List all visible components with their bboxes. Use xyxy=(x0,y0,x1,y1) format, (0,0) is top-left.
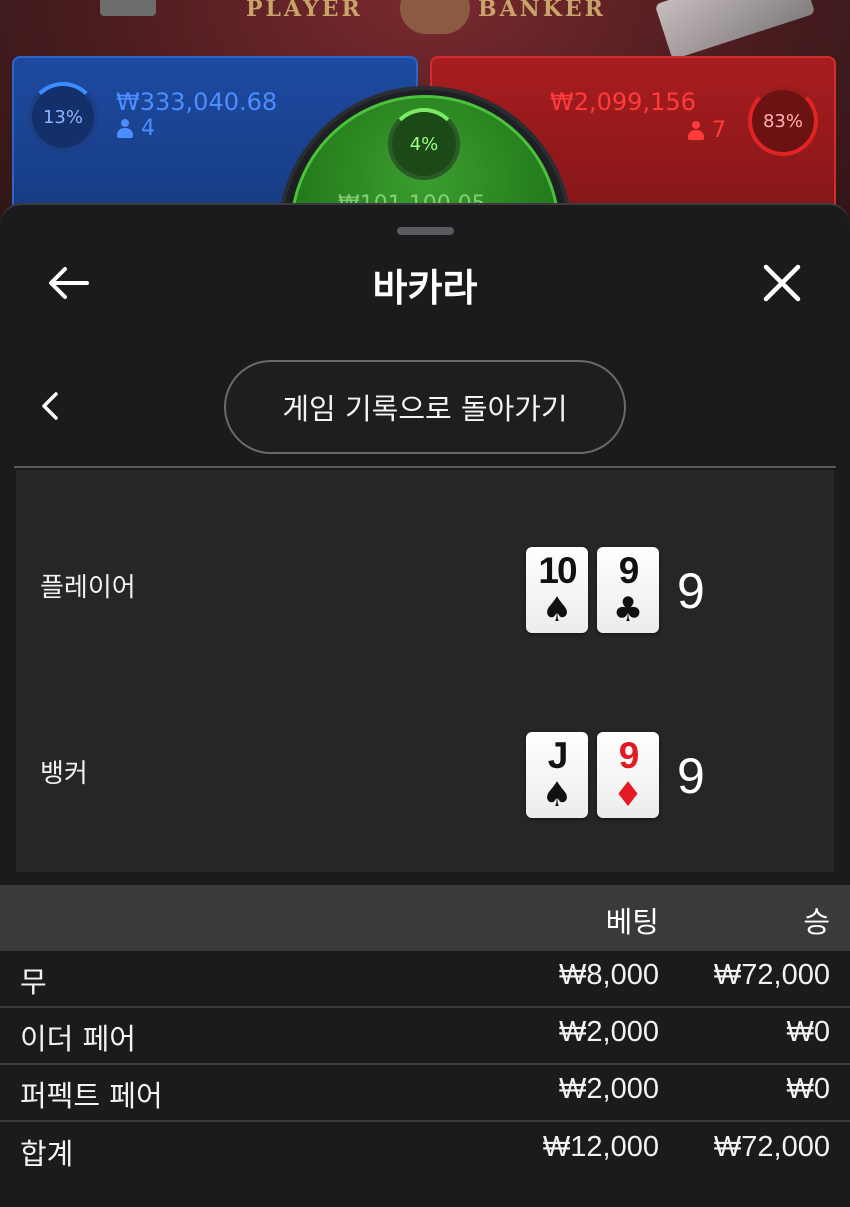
banker-count-value: 7 xyxy=(712,118,726,143)
results-table-header: 베팅 승 xyxy=(0,885,850,951)
banker-table-label: BANKER xyxy=(478,0,606,22)
sheet-drag-handle[interactable] xyxy=(397,227,454,235)
banker-card-1: J ♠ xyxy=(526,732,588,818)
row-bet-amount: ₩2,000 xyxy=(559,1073,659,1105)
previous-button[interactable] xyxy=(22,378,78,434)
player-percent: 13% xyxy=(42,106,83,128)
banker-percent-ring: 83% xyxy=(748,86,818,156)
tie-percent: 4% xyxy=(409,133,439,155)
row-label: 무 xyxy=(20,965,47,999)
table-row: 무 ₩8,000 ₩72,000 xyxy=(0,951,850,1008)
banker-hand-label: 뱅커 xyxy=(40,759,88,789)
table-total-row: 합계 ₩12,000 ₩72,000 xyxy=(0,1123,850,1180)
dealer-hands xyxy=(400,0,470,34)
chip-tray xyxy=(100,0,156,16)
player-count-value: 4 xyxy=(141,116,155,141)
total-win-amount: ₩72,000 xyxy=(713,1131,830,1163)
row-bet-amount: ₩2,000 xyxy=(559,1016,659,1048)
banker-percent: 83% xyxy=(762,110,803,132)
chevron-left-icon xyxy=(42,392,58,420)
player-hand-label: 플레이어 xyxy=(40,573,136,603)
card-shoe xyxy=(654,0,816,60)
player-card-1: 10 ♠ xyxy=(526,547,588,633)
player-total-amount: ₩333,040.68 xyxy=(116,88,278,116)
total-bet-amount: ₩12,000 xyxy=(542,1131,659,1163)
column-win-header: 승 xyxy=(803,905,830,939)
person-icon xyxy=(688,120,704,141)
row-bet-amount: ₩8,000 xyxy=(559,959,659,991)
banker-bettor-count: 7 xyxy=(688,118,726,143)
row-win-amount: ₩0 xyxy=(786,1073,831,1105)
player-bettor-count: 4 xyxy=(117,116,155,141)
column-bet-header: 베팅 xyxy=(605,905,659,939)
row-win-amount: ₩0 xyxy=(786,1016,831,1048)
back-to-history-button[interactable]: 게임 기록으로 돌아가기 xyxy=(224,360,626,454)
card-rank: 9 xyxy=(618,735,640,776)
sheet-title: 바카라 xyxy=(372,266,478,310)
card-rank: 10 xyxy=(538,550,577,591)
spade-icon: ♠ xyxy=(541,590,573,630)
person-icon xyxy=(117,118,133,139)
row-label: 퍼펙트 페어 xyxy=(20,1079,163,1113)
banker-total-amount: ₩2,099,156 xyxy=(550,88,696,116)
row-label: 이더 페어 xyxy=(20,1022,136,1056)
player-card-2: 9 ♣ xyxy=(597,547,659,633)
close-icon xyxy=(763,264,801,302)
banker-score: 9 xyxy=(677,748,705,804)
player-score: 9 xyxy=(677,563,705,619)
banker-card-2: 9 ♦ xyxy=(597,732,659,818)
card-rank: 9 xyxy=(618,550,640,591)
diamond-icon: ♦ xyxy=(612,775,644,815)
player-percent-ring: 13% xyxy=(28,82,98,152)
spade-icon: ♠ xyxy=(541,775,573,815)
player-table-label: PLAYER xyxy=(246,0,363,22)
card-rank: J xyxy=(547,735,569,776)
total-label: 합계 xyxy=(20,1137,74,1171)
close-button[interactable] xyxy=(752,253,812,313)
row-win-amount: ₩72,000 xyxy=(713,959,830,991)
table-row: 이더 페어 ₩2,000 ₩0 xyxy=(0,1008,850,1065)
table-row: 퍼펙트 페어 ₩2,000 ₩0 xyxy=(0,1065,850,1122)
game-history-sheet: 바카라 게임 기록으로 돌아가기 플레이어 10 ♠ 9 ♣ 9 뱅커 J ♠ … xyxy=(0,203,850,1207)
hands-panel: 플레이어 10 ♠ 9 ♣ 9 뱅커 J ♠ 9 ♦ 9 xyxy=(16,470,834,872)
tie-percent-ring: 4% xyxy=(388,108,460,180)
club-icon: ♣ xyxy=(612,590,644,630)
divider xyxy=(14,466,836,468)
